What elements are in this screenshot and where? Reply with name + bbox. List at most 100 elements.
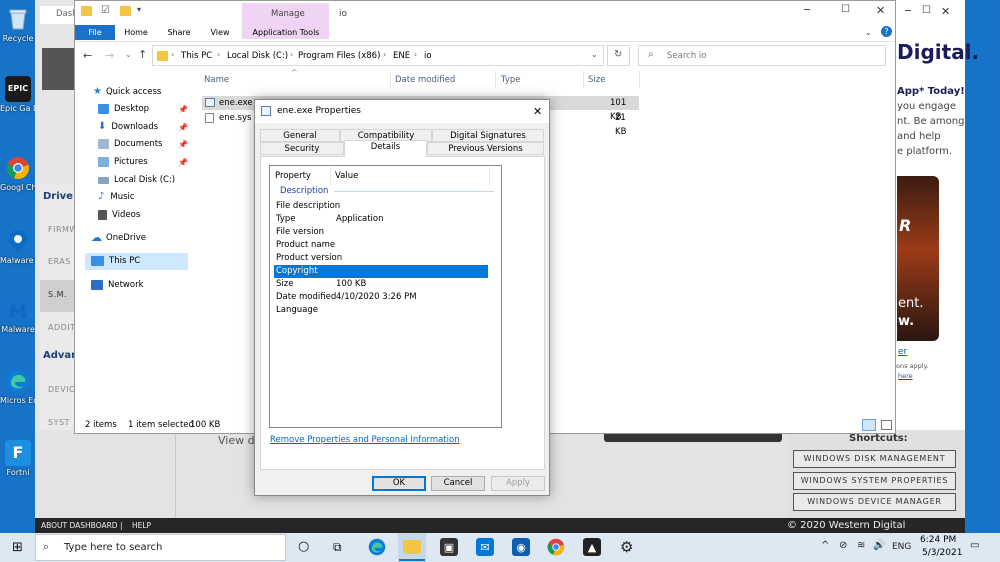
taskbar-search-input[interactable]: ⌕ Type here to search [35,534,286,561]
forward-button[interactable]: → [105,49,114,62]
property-row[interactable]: Product name [274,239,500,252]
tab-application-tools[interactable]: Application Tools [245,25,327,40]
details-view-button[interactable] [862,419,876,431]
nav-this-pc[interactable]: This PC [91,253,140,269]
desktop-icon-edge[interactable]: Micros Edge [0,368,36,406]
start-button[interactable]: ⊞ [12,540,23,555]
header-separator[interactable] [330,167,331,185]
about-dashboard-link[interactable]: ABOUT DASHBOARD [41,518,118,533]
store-icon[interactable]: ▣ [440,538,458,556]
desktop-icon-epic[interactable]: EPIC Epic Ga Launc [0,76,36,114]
recent-locations-icon[interactable]: ⌄ [125,50,132,59]
disk-management-button[interactable]: WINDOWS DISK MANAGEMENT [793,450,956,468]
wd-sidebar-item[interactable]: S.M. [48,290,67,299]
wd-sidebar-item[interactable]: SYST [48,418,70,427]
tab-digital-signatures[interactable]: Digital Signatures [432,129,544,142]
property-row[interactable]: File version [274,226,500,239]
column-separator[interactable] [583,71,584,88]
ribbon-expand-icon[interactable]: ⌄ [865,28,872,37]
dialog-titlebar[interactable]: ene.exe Properties ✕ [255,100,549,123]
refresh-button[interactable]: ↻ [607,45,630,66]
desktop-icon-chrome[interactable]: Googl Chron [0,155,36,193]
search-input[interactable]: ⌕ Search io [638,45,886,66]
property-list[interactable]: Property Value Description File descript… [269,165,502,428]
tab-security[interactable]: Security [260,142,344,155]
back-button[interactable]: ← [83,49,92,62]
maximize-button[interactable]: ☐ [841,4,850,15]
dialog-close-button[interactable]: ✕ [533,100,542,123]
tab-home[interactable]: Home [118,25,154,40]
tray-app-icon[interactable]: ⊘ [839,540,847,551]
close-button[interactable]: ✕ [876,4,885,17]
file-explorer-icon[interactable] [403,540,421,554]
breadcrumb-io[interactable]: io [424,51,432,61]
column-separator[interactable] [390,71,391,88]
ok-button[interactable]: OK [372,476,426,491]
pin-icon[interactable]: 📌 [178,140,188,149]
column-separator[interactable] [639,71,640,88]
minimize-button[interactable]: ─ [804,5,810,16]
wd-dashboard-icon[interactable]: ◉ [512,538,530,556]
nav-quick-access[interactable]: ★ Quick access [93,84,161,100]
header-value[interactable]: Value [335,171,358,181]
breadcrumb-local-disk[interactable]: Local Disk (C:) [227,51,288,61]
address-dropdown-icon[interactable]: ⌄ [591,50,598,59]
new-folder-icon[interactable] [120,6,131,16]
pin-icon[interactable]: 📌 [178,105,188,114]
nav-music[interactable]: ♪ Music [98,189,135,205]
header-property[interactable]: Property [275,171,311,181]
property-row[interactable]: Language [274,304,500,317]
apply-button[interactable]: Apply [491,476,545,491]
mail-icon[interactable]: ✉ [476,538,494,556]
chrome-icon[interactable] [547,538,565,556]
nav-desktop[interactable]: Desktop [98,101,149,117]
explorer-titlebar[interactable]: ☑ ▾ Manage io ─ ☐ ✕ [75,1,895,25]
tab-previous-versions[interactable]: Previous Versions [427,142,544,155]
clock-date[interactable]: 5/3/2021 [922,548,962,558]
clock-time[interactable]: 6:24 PM [920,535,956,545]
edge-icon[interactable] [368,538,386,556]
wd-sidebar-item[interactable]: ERAS [48,257,71,266]
notifications-icon[interactable]: ▭ [970,540,979,551]
help-link[interactable]: HELP [132,518,151,533]
up-button[interactable]: ↑ [138,48,147,61]
property-row-selected[interactable]: Copyright [274,265,488,278]
tab-file[interactable]: File [75,25,115,40]
settings-icon[interactable]: ⚙ [620,538,633,556]
wd-minimize-button[interactable]: ─ [905,6,911,17]
tab-share[interactable]: Share [161,25,197,40]
property-row[interactable]: Size 100 KB [274,278,500,291]
property-row[interactable]: File description [274,200,500,213]
volume-icon[interactable]: 🔊 [873,540,885,551]
quick-access-dropdown-icon[interactable]: ▾ [137,5,141,14]
tab-details-active[interactable]: Details [344,140,427,157]
tab-view[interactable]: View [203,25,237,40]
cortana-circle-icon[interactable]: ○ [298,539,309,554]
wd-sidebar-item[interactable]: DEVIC [48,385,75,394]
nav-network[interactable]: Network [91,277,144,293]
game-icon[interactable]: ▲ [583,538,601,556]
properties-check-icon[interactable]: ☑ [101,5,110,16]
property-row[interactable]: Product version [274,252,500,265]
wd-maximize-button[interactable]: ☐ [922,5,931,16]
column-size[interactable]: Size [588,75,605,85]
desktop-icon-recycle[interactable]: Recycle [0,6,36,44]
breadcrumb-ene[interactable]: ENE [393,51,410,61]
wifi-icon[interactable]: ≋ [857,540,865,551]
pin-icon[interactable]: 📌 [178,123,188,132]
nav-documents[interactable]: Documents [98,136,162,152]
nav-downloads[interactable]: ⬇ Downloads [98,119,158,135]
wd-promo-link[interactable]: er [898,347,907,357]
device-manager-button[interactable]: WINDOWS DEVICE MANAGER [793,493,956,511]
wd-promo-note-link[interactable]: here [898,372,913,380]
remove-properties-link[interactable]: Remove Properties and Personal Informati… [270,435,460,445]
tab-general[interactable]: General [260,129,340,142]
cancel-button[interactable]: Cancel [431,476,485,491]
task-view-icon[interactable]: ⧉ [333,540,342,555]
column-name[interactable]: Name [204,75,229,85]
column-separator[interactable] [495,71,496,88]
column-type[interactable]: Type [501,75,521,85]
property-row[interactable]: Type Application [274,213,500,226]
language-indicator[interactable]: ENG [892,542,911,552]
wd-close-button[interactable]: ✕ [941,5,950,18]
